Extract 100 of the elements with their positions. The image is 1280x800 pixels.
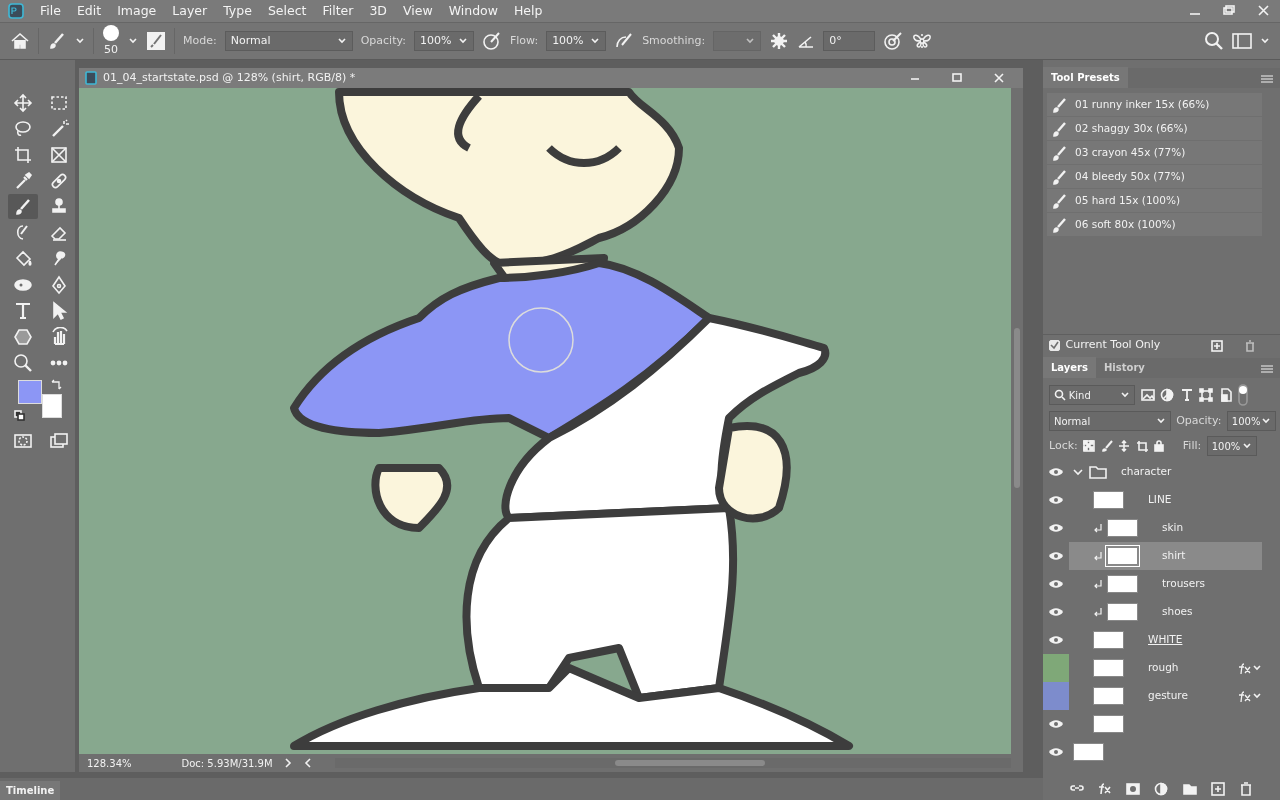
panel-tab[interactable]: Layers <box>1043 357 1096 378</box>
checkbox[interactable] <box>1049 340 1060 351</box>
smoothing-field[interactable] <box>713 31 762 51</box>
tool-preset-item[interactable]: 04 bleedy 50x (77%) <box>1047 165 1262 188</box>
menu-item[interactable]: Image <box>109 1 165 21</box>
panel-tab[interactable]: Tool Presets <box>1043 67 1128 88</box>
trash-icon[interactable] <box>1244 339 1256 352</box>
layer-row[interactable]: trousers <box>1069 570 1262 598</box>
menu-item[interactable]: Filter <box>314 1 362 21</box>
blend-mode-dropdown[interactable]: Normal <box>1049 411 1171 431</box>
caret-icon[interactable] <box>1252 663 1262 673</box>
menu-item[interactable]: Select <box>259 1 315 21</box>
eye-icon[interactable] <box>1048 746 1064 758</box>
panel-tab[interactable]: History <box>1096 357 1153 378</box>
opacity-field[interactable]: 100% <box>1226 411 1276 431</box>
flow-field[interactable]: 100% <box>546 31 607 51</box>
chevron-left-icon[interactable] <box>302 757 313 769</box>
background-color-swatch[interactable] <box>42 394 62 418</box>
eye-icon[interactable] <box>1048 466 1064 478</box>
lock-pixels-icon[interactable] <box>1083 440 1096 452</box>
move-icon[interactable] <box>1118 440 1131 452</box>
layer-row[interactable]: skin <box>1069 514 1262 542</box>
home-icon[interactable] <box>10 32 30 50</box>
hand-icon[interactable] <box>49 326 69 347</box>
pressure-size-icon[interactable] <box>883 31 904 51</box>
eye-icon[interactable] <box>1048 634 1064 646</box>
timeline-tab[interactable]: Timeline <box>0 781 61 800</box>
tool-preset-item[interactable]: 02 shaggy 30x (66%) <box>1047 117 1262 140</box>
image-filter-icon[interactable] <box>1140 388 1155 402</box>
type-filter-icon[interactable] <box>1179 388 1194 402</box>
move-icon[interactable] <box>13 92 33 113</box>
new-preset-icon[interactable] <box>1210 339 1223 352</box>
opacity-field[interactable]: 100% <box>413 31 474 51</box>
trash-icon[interactable] <box>1238 782 1253 796</box>
layer-row[interactable]: gesture <box>1069 682 1262 710</box>
chevron-right-icon[interactable] <box>282 757 293 769</box>
fx-icon[interactable] <box>1238 690 1252 702</box>
tool-preset-item[interactable]: 01 runny inker 15x (66%) <box>1047 93 1262 116</box>
layer-row[interactable]: character <box>1069 458 1262 486</box>
caret-icon[interactable] <box>128 36 138 46</box>
adjustment-filter-icon[interactable] <box>1160 388 1174 402</box>
layer-color-label[interactable] <box>1043 682 1069 710</box>
butterfly-icon[interactable] <box>911 31 934 51</box>
adjustment-icon[interactable] <box>1154 782 1169 796</box>
layer-row[interactable]: LINE <box>1069 486 1262 514</box>
tool-preset-item[interactable]: 06 soft 80x (100%) <box>1047 213 1262 236</box>
search-icon[interactable] <box>1204 31 1224 51</box>
menu-item[interactable]: Help <box>505 1 551 21</box>
default-colors-icon[interactable] <box>14 410 26 422</box>
filter-dropdown[interactable]: Kind <box>1049 385 1135 405</box>
caret-icon[interactable] <box>1252 691 1262 701</box>
fx-icon[interactable] <box>1098 782 1113 796</box>
layer-row[interactable]: shoes <box>1069 598 1262 626</box>
chevron-down-icon[interactable] <box>1073 467 1083 477</box>
brush-settings-icon[interactable] <box>146 31 166 51</box>
caret-icon[interactable] <box>75 36 85 46</box>
crop-icon[interactable] <box>13 144 33 165</box>
layer-row[interactable]: rough <box>1069 654 1262 682</box>
eye-icon[interactable] <box>1048 522 1064 534</box>
panel-menu-icon[interactable] <box>1260 364 1274 374</box>
filter-toggle-icon[interactable] <box>1238 384 1248 406</box>
new-layer-icon[interactable] <box>1210 782 1225 796</box>
layer-row[interactable]: WHITE <box>1069 626 1262 654</box>
text-icon[interactable] <box>13 300 33 321</box>
menu-item[interactable]: View <box>395 1 441 21</box>
horizontal-scrollbar[interactable] <box>334 758 1011 768</box>
brush-icon[interactable] <box>47 31 67 51</box>
paint-bucket-icon[interactable] <box>13 248 33 269</box>
pen-icon[interactable] <box>49 274 69 295</box>
folder-icon[interactable] <box>1182 782 1197 796</box>
hexagon-icon[interactable] <box>13 326 33 347</box>
eye-icon[interactable] <box>1048 578 1064 590</box>
menu-item[interactable]: Type <box>215 1 260 21</box>
pressure-opacity-icon[interactable] <box>481 31 502 51</box>
menu-item[interactable]: Edit <box>68 1 110 21</box>
gear-icon[interactable] <box>769 31 790 51</box>
eye-icon[interactable] <box>1048 606 1064 618</box>
workspace-icon[interactable] <box>1232 32 1252 50</box>
shape-filter-icon[interactable] <box>1199 388 1213 402</box>
foreground-color-swatch[interactable] <box>18 380 42 404</box>
menu-item[interactable]: Window <box>440 1 506 21</box>
brush-icon[interactable] <box>1100 440 1113 452</box>
mask-icon[interactable] <box>1126 782 1141 796</box>
menu-item[interactable]: File <box>32 1 69 21</box>
tool-preset-item[interactable]: 03 crayon 45x (77%) <box>1047 141 1262 164</box>
brush-tip-icon[interactable] <box>102 23 120 42</box>
fx-icon[interactable] <box>1238 662 1252 674</box>
mode-dropdown[interactable]: Normal <box>224 31 353 51</box>
fill-field[interactable]: 100% <box>1206 436 1257 456</box>
eye-icon[interactable] <box>1048 550 1064 562</box>
artboard-icon[interactable] <box>1135 440 1148 452</box>
eye-icon[interactable] <box>1048 718 1064 730</box>
bandage-icon[interactable] <box>49 170 69 191</box>
zoom-icon[interactable] <box>13 352 33 373</box>
lasso-icon[interactable] <box>13 118 33 139</box>
caret-icon[interactable] <box>1260 36 1270 46</box>
smart-object-filter-icon[interactable] <box>1218 388 1233 402</box>
layer-color-label[interactable] <box>1043 654 1069 682</box>
eye-icon[interactable] <box>1048 494 1064 506</box>
screen-mode-icon[interactable] <box>49 430 69 451</box>
